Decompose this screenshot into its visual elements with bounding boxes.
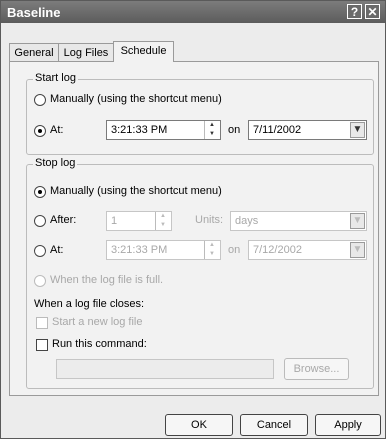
command-field[interactable] [56,359,274,379]
start-log-group: Start log Manually (using the shortcut m… [26,72,374,155]
schedule-panel: Start log Manually (using the shortcut m… [9,61,379,396]
start-time-field[interactable]: 3:21:33 PM ▲ ▼ [106,120,221,140]
tab-general[interactable]: General [9,43,59,61]
stop-after-field[interactable]: 1 ▲ ▼ [106,211,172,231]
start-time-spinner[interactable]: ▲ ▼ [204,121,219,139]
title-bar[interactable]: Baseline ? ✕ [1,1,385,23]
stop-when-full-label: When the log file is full. [50,274,164,286]
start-log-legend: Start log [33,72,78,84]
chevron-down-icon[interactable]: ▼ [350,122,365,138]
dialog-window: Baseline ? ✕ General Log Files Schedule … [0,0,386,439]
ok-button[interactable]: OK [165,414,233,436]
spin-up-icon[interactable]: ▲ [205,121,219,130]
spin-up-icon[interactable]: ▲ [205,241,219,250]
spin-up-icon[interactable]: ▲ [156,212,170,221]
stop-time-field[interactable]: 3:21:33 PM ▲ ▼ [106,240,221,260]
start-on-label: on [228,124,241,136]
stop-time-value: 3:21:33 PM [111,244,168,256]
cancel-button[interactable]: Cancel [240,414,308,436]
units-value: days [235,215,259,227]
stop-date-field[interactable]: 7/12/2002 ▼ [248,240,367,260]
stop-when-full-radio[interactable] [34,275,46,287]
stop-at-label: At: [50,244,64,256]
start-new-log-label: Start a new log file [52,316,143,328]
run-command-label: Run this command: [52,338,147,350]
stop-at-radio[interactable] [34,245,46,257]
stop-time-spinner[interactable]: ▲ ▼ [204,241,219,259]
chevron-down-icon[interactable]: ▼ [350,213,365,229]
units-label: Units: [195,214,224,226]
stop-after-value: 1 [111,215,118,227]
spin-down-icon[interactable]: ▼ [205,130,219,139]
browse-button[interactable]: Browse... [284,358,349,380]
close-button[interactable]: ✕ [365,4,380,19]
spin-down-icon[interactable]: ▼ [205,250,219,259]
start-at-radio[interactable] [34,125,46,137]
stop-after-spinner[interactable]: ▲ ▼ [155,212,170,230]
stop-log-group: Stop log Manually (using the shortcut me… [26,157,374,389]
spin-down-icon[interactable]: ▼ [156,221,170,230]
start-date-field[interactable]: 7/11/2002 ▼ [248,120,367,140]
start-manual-radio[interactable] [34,94,46,106]
chevron-down-icon[interactable]: ▼ [350,242,365,258]
start-time-value: 3:21:33 PM [111,124,168,136]
window-title: Baseline [7,5,61,20]
stop-log-legend: Stop log [33,157,78,169]
stop-after-radio[interactable] [34,215,46,227]
start-date-value: 7/11/2002 [253,124,302,136]
stop-manual-radio[interactable] [34,186,46,198]
tab-schedule[interactable]: Schedule [113,41,174,62]
start-manual-label: Manually (using the shortcut menu) [50,93,222,105]
apply-button[interactable]: Apply [315,414,381,436]
run-command-checkbox[interactable] [36,339,48,351]
stop-date-value: 7/12/2002 [253,244,302,256]
stop-after-label: After: [50,214,77,226]
when-closes-label: When a log file closes: [34,298,145,310]
stop-on-label: on [228,244,241,256]
tab-log-files[interactable]: Log Files [58,43,114,61]
start-at-label: At: [50,124,64,136]
start-new-log-checkbox[interactable] [36,317,48,329]
stop-manual-label: Manually (using the shortcut menu) [50,185,222,197]
help-button[interactable]: ? [347,4,362,19]
units-select[interactable]: days ▼ [230,211,367,231]
